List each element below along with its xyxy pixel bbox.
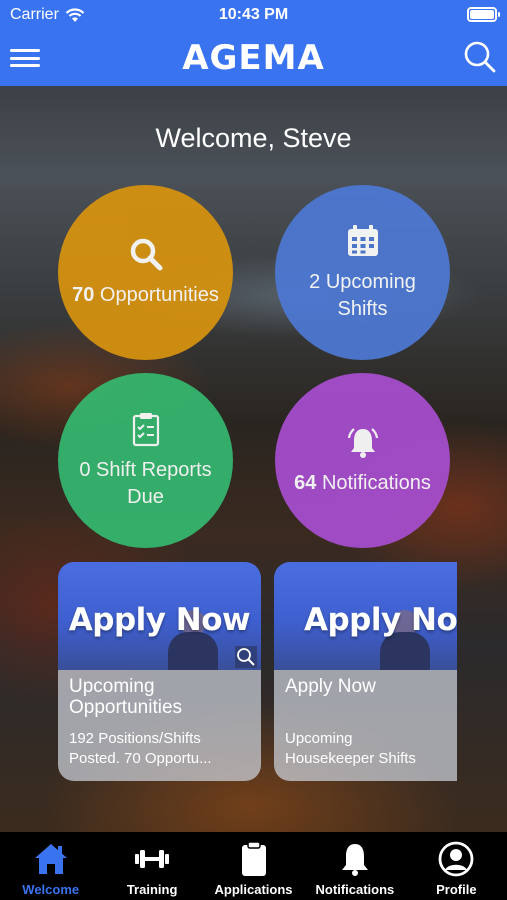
housekeeper-shifts-card[interactable]: Apply Now Apply Now Upcoming Housekeeper… <box>274 562 457 781</box>
card-title: Upcoming Opportunities <box>69 676 183 718</box>
tab-profile[interactable]: Profile <box>406 832 507 900</box>
upcoming-opportunities-card[interactable]: Apply Now Upcoming Opportunities 192 Pos… <box>58 562 261 781</box>
card-banner-text: Apply Now <box>68 602 251 638</box>
battery-fill <box>470 10 494 19</box>
bell-icon <box>341 844 368 876</box>
user-circle-icon <box>438 841 474 877</box>
calendar-icon <box>347 224 378 256</box>
zoom-icon <box>235 646 257 668</box>
card-desc-line: Posted. 70 Opportu... <box>69 750 212 767</box>
tab-label: Welcome <box>22 882 80 897</box>
card-desc-line: 192 Positions/Shifts <box>69 730 201 747</box>
card-body: Upcoming Opportunities 192 Positions/Shi… <box>58 670 261 781</box>
tab-label: Notifications <box>315 882 395 897</box>
card-description: Upcoming Housekeeper Shifts <box>285 729 455 769</box>
tab-training[interactable]: Training <box>101 832 202 900</box>
shift-reports-tile[interactable]: 0 Shift Reports Due <box>58 373 233 548</box>
card-desc-line: Upcoming <box>285 730 353 747</box>
card-banner-image: Apply Now <box>58 562 261 670</box>
tab-label: Applications <box>214 882 293 897</box>
home-icon <box>34 844 67 874</box>
dumbbell-icon <box>135 850 170 868</box>
upcoming-shifts-tile[interactable]: 2 Upcoming Shifts <box>275 185 450 360</box>
notifications-tile[interactable]: 64 Notifications <box>275 373 450 548</box>
card-description: 192 Positions/Shifts Posted. 70 Opportu.… <box>69 729 239 769</box>
bell-ringing-icon <box>347 428 378 458</box>
clipboard-icon <box>241 841 266 876</box>
search-icon[interactable] <box>463 40 497 74</box>
search-icon <box>130 238 162 271</box>
opportunities-label: 70 Opportunities <box>66 282 225 309</box>
app-header: AGEMA <box>0 30 507 86</box>
status-time: 10:43 PM <box>218 6 289 23</box>
battery-icon <box>467 7 500 22</box>
opportunities-text: Opportunities <box>99 284 219 306</box>
bottom-tab-bar: Welcome Training Applications Notificati… <box>0 832 507 900</box>
tab-applications[interactable]: Applications <box>203 832 304 900</box>
card-banner-image: Apply Now <box>274 562 457 670</box>
notifications-label: 64 Notifications <box>288 470 437 497</box>
notifications-text: Notifications <box>321 472 431 494</box>
shift-reports-label: 0 Shift Reports Due <box>79 458 212 508</box>
card-desc-line: Housekeeper Shifts <box>285 750 416 767</box>
app-logo: AGEMA <box>182 38 325 78</box>
welcome-heading: Welcome, Steve <box>155 123 352 153</box>
opportunities-count: 70 <box>72 284 95 306</box>
card-banner-text: Apply Now <box>304 602 457 638</box>
tab-label: Profile <box>436 882 477 897</box>
tab-notifications[interactable]: Notifications <box>304 832 405 900</box>
clipboard-check-icon <box>132 412 159 446</box>
tab-label: Training <box>126 882 178 897</box>
card-title: Apply Now <box>285 676 376 697</box>
status-bar: Carrier 10:43 PM <box>0 0 507 30</box>
opportunities-tile[interactable]: 70 Opportunities <box>58 185 233 360</box>
upcoming-shifts-label: 2 Upcoming Shifts <box>309 270 416 320</box>
notifications-count: 64 <box>294 472 317 494</box>
tab-welcome[interactable]: Welcome <box>0 832 101 900</box>
card-body: Apply Now Upcoming Housekeeper Shifts <box>274 670 457 781</box>
